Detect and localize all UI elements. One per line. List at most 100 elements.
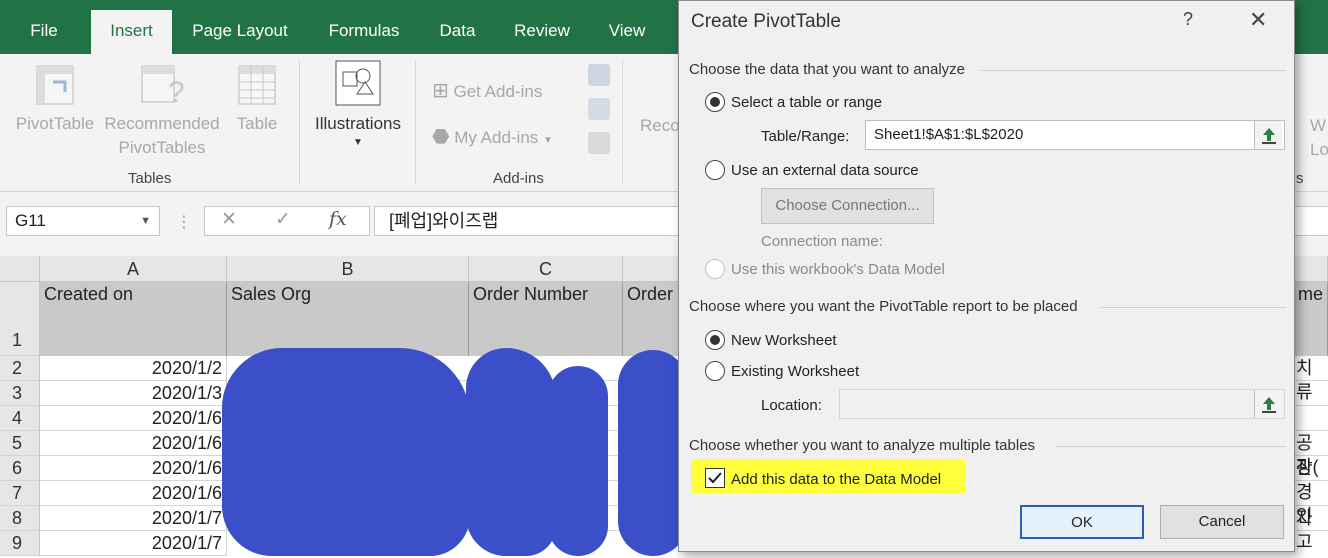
- store-icon: ⊞: [432, 80, 449, 102]
- ribbon-separator: [415, 60, 416, 184]
- name-box[interactable]: G11 ▼: [6, 206, 160, 236]
- row-header[interactable]: 7: [0, 481, 40, 506]
- option-select-range-label[interactable]: Select a table or range: [731, 94, 882, 111]
- option-external-source-label[interactable]: Use an external data source: [731, 162, 919, 179]
- tab-view[interactable]: View: [600, 10, 654, 54]
- header-cell-order-number[interactable]: Order Number: [469, 282, 623, 356]
- option-new-worksheet-label[interactable]: New Worksheet: [731, 332, 837, 349]
- column-header-b[interactable]: B: [227, 256, 469, 282]
- date-cell[interactable]: 2020/1/7: [40, 531, 227, 556]
- illustrations-button[interactable]: Illustrations ▼: [308, 60, 408, 150]
- collapse-dialog-icon: [1262, 128, 1276, 144]
- tab-data[interactable]: Data: [430, 10, 485, 54]
- ribbon-partial-w: W: [1310, 116, 1327, 135]
- radio-external-source[interactable]: [705, 160, 725, 180]
- collapse-range-button[interactable]: [1254, 121, 1282, 149]
- section-divider: [981, 70, 1286, 71]
- partial-cell: 치 류: [1296, 358, 1313, 402]
- illustrations-icon: [335, 60, 381, 106]
- pivot-table-icon: [36, 65, 74, 105]
- add-to-data-model-checkbox[interactable]: [705, 468, 725, 488]
- table-label: Table: [236, 114, 278, 133]
- table-button[interactable]: Table: [228, 64, 286, 136]
- radio-select-range[interactable]: [705, 92, 725, 112]
- redaction-scribble: [548, 366, 608, 556]
- date-cell[interactable]: 2020/1/7: [40, 506, 227, 531]
- get-addins-label: Get Add-ins: [453, 82, 543, 101]
- collapse-dialog-icon: [1262, 397, 1276, 413]
- location-input[interactable]: [839, 389, 1285, 419]
- my-addins-button[interactable]: ⬣ My Add-ins ▼: [432, 124, 553, 149]
- section-multiple-tables: Choose whether you want to analyze multi…: [689, 437, 1036, 454]
- get-addins-button[interactable]: ⊞ Get Add-ins: [432, 78, 542, 103]
- radio-new-worksheet[interactable]: [705, 330, 725, 350]
- create-pivottable-dialog: Create PivotTable ? ✕ Choose the data th…: [678, 0, 1295, 552]
- section-divider: [1101, 307, 1286, 308]
- date-cell[interactable]: 2020/1/2: [40, 356, 227, 381]
- cancel-entry-icon[interactable]: ✕: [221, 208, 237, 231]
- table-range-label: Table/Range:: [761, 128, 850, 145]
- header-cell-created-on[interactable]: Created on: [40, 282, 227, 356]
- recommended-pivot-label-1: Recommended: [104, 114, 220, 133]
- checkmark-icon: [708, 472, 722, 484]
- tab-page-layout[interactable]: Page Layout: [184, 10, 296, 54]
- close-icon[interactable]: ✕: [1249, 7, 1267, 33]
- insert-function-icon[interactable]: fx: [329, 208, 347, 230]
- row-header[interactable]: 1: [0, 282, 40, 356]
- tab-review[interactable]: Review: [505, 10, 579, 54]
- name-box-dropdown-icon[interactable]: ▼: [140, 207, 151, 235]
- row-header[interactable]: 3: [0, 381, 40, 406]
- date-cell[interactable]: 2020/1/6: [40, 431, 227, 456]
- date-cell[interactable]: 2020/1/6: [40, 406, 227, 431]
- row-header[interactable]: 8: [0, 506, 40, 531]
- pivot-table-label: PivotTable: [15, 114, 95, 133]
- pivot-table-button[interactable]: PivotTable: [10, 64, 100, 136]
- radio-data-model[interactable]: [705, 259, 725, 279]
- connection-name-label: Connection name:: [761, 233, 883, 250]
- cancel-button[interactable]: Cancel: [1160, 505, 1284, 539]
- partial-cell: 자고: [1296, 508, 1313, 552]
- row-header[interactable]: 5: [0, 431, 40, 456]
- people-graph-icon[interactable]: [588, 132, 610, 154]
- header-cell-name-partial: me: [1298, 284, 1324, 304]
- recommended-pivot-button[interactable]: ? Recommended PivotTables: [100, 64, 224, 160]
- tab-insert[interactable]: Insert: [91, 10, 172, 54]
- ok-button[interactable]: OK: [1020, 505, 1144, 539]
- ribbon-separator: [622, 60, 623, 184]
- date-cell[interactable]: 2020/1/6: [40, 456, 227, 481]
- add-to-data-model-label[interactable]: Add this data to the Data Model: [731, 471, 941, 488]
- tab-formulas[interactable]: Formulas: [318, 10, 410, 54]
- row-header[interactable]: 6: [0, 456, 40, 481]
- addins-icon: ⬣: [432, 126, 450, 148]
- section-placement: Choose where you want the PivotTable rep…: [689, 298, 1078, 315]
- date-cell[interactable]: 2020/1/6: [40, 481, 227, 506]
- section-divider: [1055, 446, 1286, 447]
- radio-existing-worksheet[interactable]: [705, 361, 725, 381]
- my-addins-dropdown-icon: ▼: [543, 135, 553, 146]
- confirm-entry-icon[interactable]: ✓: [275, 208, 291, 231]
- help-icon[interactable]: ?: [1183, 9, 1193, 30]
- tab-file[interactable]: File: [18, 10, 70, 54]
- row-header[interactable]: 2: [0, 356, 40, 381]
- column-header-a[interactable]: A: [40, 256, 227, 282]
- column-header-c[interactable]: C: [469, 256, 623, 282]
- bing-maps-icon[interactable]: [588, 98, 610, 120]
- recommended-pivot-label-2: PivotTables: [118, 138, 206, 157]
- location-label: Location:: [761, 397, 822, 414]
- recommended-pivot-icon: ?: [141, 65, 184, 106]
- formula-bar-grip-icon: ⋮: [176, 214, 192, 231]
- recommended-charts-button-partial[interactable]: Reco: [640, 116, 680, 136]
- date-cell[interactable]: 2020/1/3: [40, 381, 227, 406]
- table-range-input[interactable]: Sheet1!$A$1:$L$2020: [865, 120, 1285, 150]
- select-all-button[interactable]: [0, 256, 40, 282]
- collapse-location-button[interactable]: [1254, 390, 1282, 418]
- section-data-source: Choose the data that you want to analyze: [689, 61, 966, 78]
- header-cell-sales-org[interactable]: Sales Org: [227, 282, 469, 356]
- option-data-model-label[interactable]: Use this workbook's Data Model: [731, 261, 945, 278]
- option-existing-worksheet-label[interactable]: Existing Worksheet: [731, 363, 859, 380]
- formula-bar-buttons: ✕ ✓ fx: [204, 206, 370, 236]
- visio-icon[interactable]: [588, 64, 610, 86]
- choose-connection-button[interactable]: Choose Connection...: [761, 188, 934, 224]
- row-header[interactable]: 4: [0, 406, 40, 431]
- row-header[interactable]: 9: [0, 531, 40, 556]
